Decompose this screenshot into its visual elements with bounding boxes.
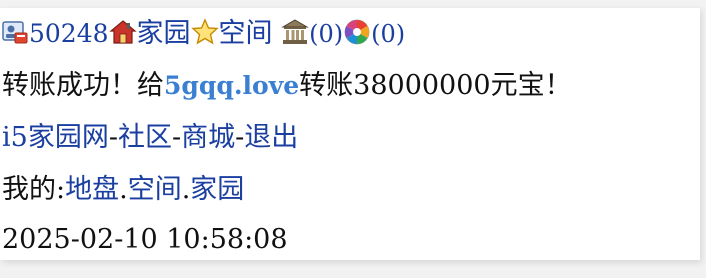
site-home-link[interactable]: i5家园网 — [2, 122, 109, 153]
message-suffix: 转账38000000元宝！ — [299, 70, 572, 101]
dot-separator: . — [181, 174, 191, 205]
star-icon[interactable] — [190, 18, 219, 46]
land-link[interactable]: 地盘 — [65, 174, 119, 205]
content-card: 50248 家园 空间 (0) (0) 转账成功！给5gqq.love转账380… — [0, 7, 700, 260]
mine-row: 我的:地盘.空间.家园 — [2, 173, 244, 207]
my-home-link[interactable]: 家园 — [190, 174, 244, 205]
bank-count-link[interactable]: (0) — [309, 20, 343, 48]
user-id-link[interactable]: 50248 — [29, 19, 109, 48]
mall-link[interactable]: 商城 — [181, 122, 235, 153]
transfer-message: 转账成功！给5gqq.love转账38000000元宝！ — [2, 69, 572, 103]
recipient-link[interactable]: 5gqq.love — [164, 71, 299, 100]
aperture-icon[interactable] — [343, 18, 371, 46]
bank-icon[interactable] — [281, 18, 309, 46]
page: 50248 家园 空间 (0) (0) 转账成功！给5gqq.love转账380… — [0, 0, 706, 278]
my-space-link[interactable]: 空间 — [128, 174, 182, 205]
home-link[interactable]: 家园 — [137, 18, 191, 49]
timestamp: 2025-02-10 10:58:08 — [2, 224, 288, 255]
community-link[interactable]: 社区 — [118, 122, 172, 153]
dot-separator: . — [119, 174, 128, 205]
album-count-link[interactable]: (0) — [371, 20, 405, 48]
user-card-icon[interactable] — [1, 18, 29, 46]
header-row: 50248 家园 空间 (0) (0) — [1, 17, 405, 51]
nav-separator: - — [235, 122, 245, 153]
message-prefix: 转账成功！给 — [2, 70, 164, 101]
space-link[interactable]: 空间 — [219, 18, 273, 49]
nav-row: i5家园网-社区-商城-退出 — [2, 121, 298, 155]
mine-label: 我的: — [2, 174, 66, 205]
nav-separator: - — [108, 122, 118, 153]
nav-separator: - — [171, 122, 182, 153]
logout-link[interactable]: 退出 — [244, 122, 298, 153]
house-icon[interactable] — [108, 18, 137, 46]
